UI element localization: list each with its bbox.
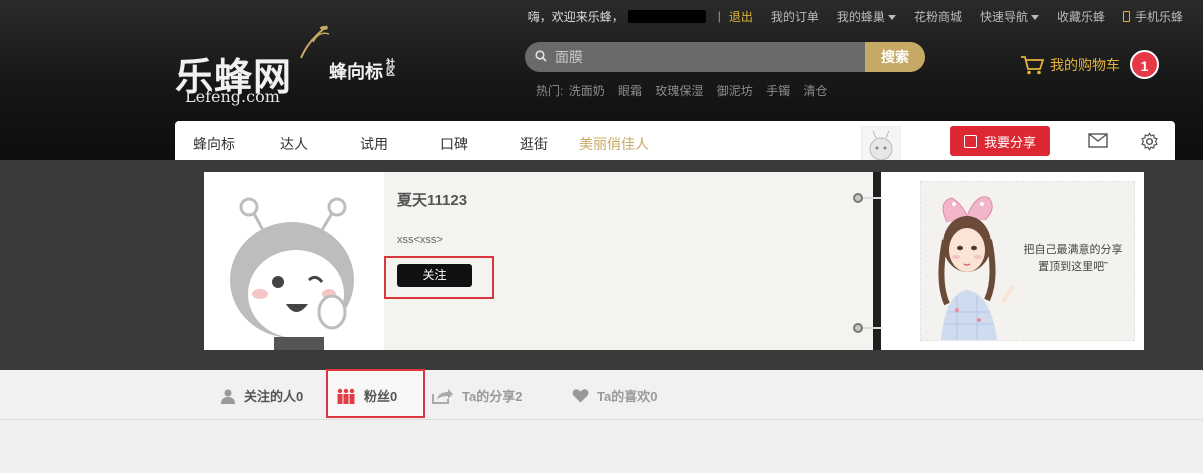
hot-term-link[interactable]: 洗面奶 <box>569 84 605 98</box>
search-icon <box>535 50 547 62</box>
hot-term-link[interactable]: 清仓 <box>803 84 827 98</box>
mobile-link[interactable]: 手机乐蜂 <box>1122 8 1183 25</box>
logo-subtitle-small: 社区 <box>385 58 395 76</box>
cart-count-badge: 1 <box>1130 50 1159 79</box>
nav-tab-trial[interactable]: 试用 <box>360 134 388 154</box>
highlight-box-follow <box>384 256 494 299</box>
binder-ring-icon <box>853 323 863 333</box>
person-icon <box>221 389 235 404</box>
redacted-username <box>627 9 706 23</box>
nav-tab-beauty[interactable]: 美丽俏佳人 <box>579 134 649 154</box>
logo-english-text: Lefeng.com <box>185 87 280 106</box>
profile-username: 夏天11123 <box>397 192 468 209</box>
highlight-box-fans <box>326 369 425 418</box>
user-avatar[interactable] <box>861 126 901 163</box>
hot-searches: 热门: 洗面奶 眼霜 玫瑰保湿 御泥坊 手镯 清仓 <box>536 82 838 99</box>
cart-icon <box>1021 55 1044 74</box>
pinned-share-hint: 把自己最满意的分享 置顶到这里吧˜ <box>1013 242 1133 276</box>
nav-tab-shopping[interactable]: 逛街 <box>520 134 548 154</box>
nav-tab-daren[interactable]: 达人 <box>280 134 308 154</box>
pinned-share-area[interactable]: 把自己最满意的分享 置顶到这里吧˜ <box>920 181 1135 341</box>
share-button[interactable]: 我要分享 <box>950 126 1050 156</box>
share-button-label: 我要分享 <box>983 134 1036 150</box>
my-hive-menu[interactable]: 我的蜂巢 <box>837 8 896 25</box>
tab-following-label: 关注的人0 <box>244 389 304 404</box>
chevron-down-icon <box>887 14 896 20</box>
profile-avatar <box>204 172 384 350</box>
logo-subtitle: 蜂向标 社区 <box>329 58 395 84</box>
share-arrow-icon <box>432 388 453 404</box>
chevron-down-icon <box>1030 14 1039 20</box>
logo-subtitle-text: 蜂向标 <box>329 62 383 82</box>
search-button[interactable]: 搜索 <box>865 42 925 72</box>
my-hive-label: 我的蜂巢 <box>836 9 885 24</box>
profile-tabs: 关注的人0 粉丝0 Ta的分享2 Ta的喜欢0 <box>0 370 1203 420</box>
quick-nav-menu[interactable]: 快速导航 <box>980 8 1039 25</box>
tab-shares-label: Ta的分享2 <box>462 389 523 404</box>
bee-mascot-image <box>230 197 354 350</box>
tab-likes-label: Ta的喜欢0 <box>597 389 658 404</box>
tab-shares[interactable]: Ta的分享2 <box>432 386 522 405</box>
pinned-share-hint-line1: 把自己最满意的分享 <box>1023 244 1123 256</box>
mail-icon[interactable] <box>1088 133 1108 148</box>
pinned-share-hint-line2: 置顶到这里吧˜ <box>1038 261 1108 273</box>
main-nav: 蜂向标 达人 试用 口碑 逛街 美丽俏佳人 我要分享 <box>175 121 1175 163</box>
bee-logo-icon <box>300 25 330 59</box>
hot-term-link[interactable]: 眼霜 <box>618 84 642 98</box>
gear-icon[interactable] <box>1140 132 1159 151</box>
hot-label: 热门: <box>536 84 564 98</box>
site-logo[interactable]: 乐蜂网 Lefeng.com 蜂向标 社区 <box>175 25 405 110</box>
bee-avatar-icon <box>869 130 893 161</box>
nav-tab-fengxiangbiao[interactable]: 蜂向标 <box>193 134 235 154</box>
my-orders-link[interactable]: 我的订单 <box>771 8 819 25</box>
heart-icon <box>572 389 589 403</box>
tab-following[interactable]: 关注的人0 <box>220 386 303 405</box>
logout-link[interactable]: 退出 <box>729 8 753 25</box>
search-input[interactable] <box>555 47 855 67</box>
topbar-separator: | <box>717 9 721 23</box>
pinned-share-panel: 把自己最满意的分享 置顶到这里吧˜ <box>881 172 1144 350</box>
profile-intro: xss<xss> <box>397 234 443 246</box>
search-box <box>525 42 867 72</box>
hot-term-link[interactable]: 玫瑰保湿 <box>655 84 703 98</box>
edit-icon <box>963 134 977 148</box>
mobile-label: 手机乐蜂 <box>1134 9 1183 24</box>
nav-tab-reviews[interactable]: 口碑 <box>440 134 468 154</box>
hot-term-link[interactable]: 御泥坊 <box>717 84 753 98</box>
pollen-mall-link[interactable]: 花粉商城 <box>914 8 962 25</box>
girl-illustration-image <box>938 196 1015 340</box>
top-utility-bar: 嗨，欢迎来乐蜂， | 退出 我的订单 我的蜂巢 花粉商城 快速导航 收藏乐蜂 手… <box>528 7 1183 25</box>
phone-icon <box>1122 10 1130 22</box>
profile-card: 夏天11123 xss<xss> 关注 <box>204 172 873 350</box>
binder-ring-icon <box>853 193 863 203</box>
favorites-link[interactable]: 收藏乐蜂 <box>1057 8 1105 25</box>
tab-likes[interactable]: Ta的喜欢0 <box>572 386 657 405</box>
hot-term-link[interactable]: 手镯 <box>766 84 790 98</box>
greeting-text: 嗨，欢迎来乐蜂， <box>527 9 624 24</box>
cart-label: 我的购物车 <box>1050 56 1120 73</box>
shopping-cart[interactable]: 我的购物车 1 <box>1020 50 1159 79</box>
search-bar: 搜索 <box>525 42 925 72</box>
content-area <box>0 421 1203 473</box>
quick-nav-label: 快速导航 <box>979 9 1028 24</box>
